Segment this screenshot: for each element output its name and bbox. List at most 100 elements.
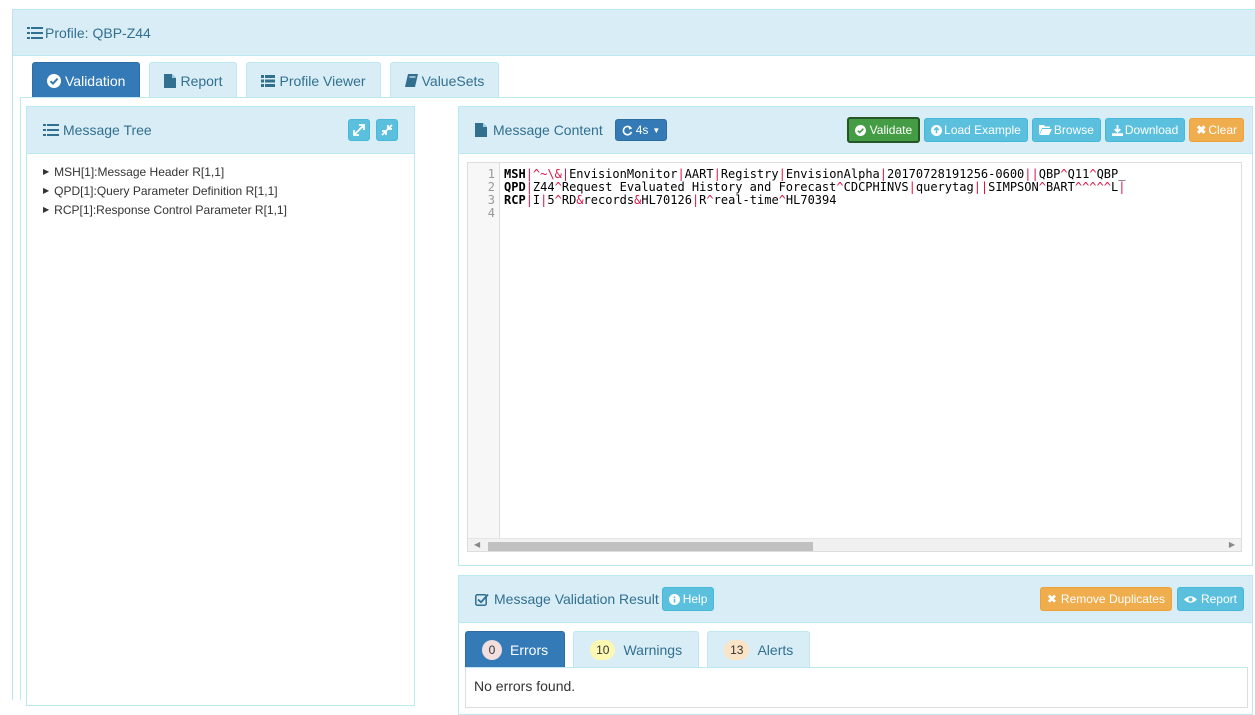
tab-validation[interactable]: Validation bbox=[32, 62, 141, 98]
tab-warnings[interactable]: 10 Warnings bbox=[573, 631, 700, 667]
segment-name: QPD bbox=[504, 180, 526, 194]
delimiter: | bbox=[525, 167, 533, 181]
errors-count-badge: 0 bbox=[482, 639, 502, 660]
list-icon bbox=[43, 123, 59, 137]
file-icon bbox=[475, 123, 487, 137]
collapse-all-button[interactable] bbox=[376, 119, 398, 141]
check-circle-icon bbox=[47, 73, 61, 88]
close-icon: ✖ bbox=[1046, 592, 1057, 606]
field-value: EnvisionAlpha bbox=[785, 167, 880, 181]
delimiter: | bbox=[908, 180, 916, 194]
checkbox-icon bbox=[475, 593, 489, 606]
message-content-panel: Message Content 4s ▼ Validate Load Examp… bbox=[458, 106, 1253, 566]
warnings-count-badge: 10 bbox=[590, 639, 616, 660]
delimiter: || bbox=[973, 180, 989, 194]
refresh-interval: 4s bbox=[635, 123, 649, 137]
message-tree-title: Message Tree bbox=[63, 122, 152, 138]
result-tabs: 0 Errors 10 Warnings 13 Alerts bbox=[465, 631, 1248, 668]
editor-wrapper: 1 2 3 4 MSH|^~\&|EnvisionMonitor|AART|Re… bbox=[459, 154, 1252, 565]
list-icon bbox=[27, 26, 43, 40]
download-button[interactable]: Download bbox=[1104, 118, 1186, 142]
tree-node-msh[interactable]: ▶ MSH[1]:Message Header R[1,1] bbox=[43, 162, 414, 181]
scroll-left-icon[interactable]: ◀ bbox=[474, 540, 480, 549]
validation-tab-content: Message Tree ▶ MSH[1]:Message Header R[1… bbox=[20, 97, 1255, 715]
field-value: QBP bbox=[1038, 167, 1061, 181]
caret-right-icon: ▶ bbox=[43, 186, 50, 195]
field-value: 5 bbox=[547, 193, 555, 207]
field-value: CDCPHINVS bbox=[843, 180, 909, 194]
check-circle-icon bbox=[854, 124, 866, 136]
tab-label: Warnings bbox=[623, 641, 683, 658]
result-message: No errors found. bbox=[465, 668, 1248, 708]
caret-right-icon: ▶ bbox=[43, 167, 50, 176]
tab-alerts[interactable]: 13 Alerts bbox=[707, 631, 811, 667]
clear-button[interactable]: ✖ Clear bbox=[1189, 118, 1244, 142]
field-value: real-time bbox=[713, 193, 779, 207]
tab-errors[interactable]: 0 Errors bbox=[465, 631, 566, 667]
report-button[interactable]: Report bbox=[1176, 587, 1244, 611]
tree-node-label: MSH[1]:Message Header R[1,1] bbox=[54, 164, 225, 179]
app-container: Profile: QBP-Z44 Validation Report Profi… bbox=[12, 9, 1255, 715]
field-value: SIMPSON bbox=[988, 180, 1039, 194]
field-value: querytag bbox=[915, 180, 974, 194]
field-value: EnvisionMonitor bbox=[569, 167, 678, 181]
delimiter: ^ bbox=[836, 180, 844, 194]
scroll-right-icon[interactable]: ▶ bbox=[1229, 540, 1235, 549]
delimiter: ^ bbox=[778, 193, 786, 207]
message-content-heading: Message Content 4s ▼ Validate Load Examp… bbox=[459, 107, 1252, 154]
close-icon: ✖ bbox=[1196, 123, 1207, 137]
delimiter: | bbox=[778, 167, 786, 181]
main-tabs: Validation Report Profile Viewer ValueSe… bbox=[32, 62, 508, 98]
tab-valuesets[interactable]: ValueSets bbox=[389, 62, 500, 98]
delimiter: | bbox=[1118, 180, 1126, 194]
expand-icon bbox=[353, 124, 365, 136]
expand-all-button[interactable] bbox=[348, 119, 370, 141]
delimiter: ^ bbox=[554, 193, 562, 207]
validation-result-panel: Message Validation Result Help ✖ Remove … bbox=[458, 575, 1253, 715]
tree-node-rcp[interactable]: ▶ RCP[1]:Response Control Parameter R[1,1… bbox=[43, 200, 414, 219]
field-value: Registry bbox=[720, 167, 779, 181]
scrollbar-thumb[interactable] bbox=[488, 542, 813, 551]
field-value: AART bbox=[684, 167, 714, 181]
delimiter: & bbox=[576, 193, 584, 207]
compress-icon bbox=[381, 124, 393, 136]
field-value: Q11 bbox=[1067, 167, 1090, 181]
folder-open-icon bbox=[1038, 125, 1052, 135]
info-circle-icon bbox=[668, 593, 680, 605]
message-tree-heading: Message Tree bbox=[27, 107, 414, 154]
delimiter: || bbox=[1024, 167, 1039, 181]
tab-profile-viewer[interactable]: Profile Viewer bbox=[246, 62, 381, 98]
validate-button[interactable]: Validate bbox=[846, 117, 921, 143]
field-value: records bbox=[583, 193, 635, 207]
tab-report[interactable]: Report bbox=[149, 62, 238, 98]
delimiter: | bbox=[713, 167, 721, 181]
message-content-title: Message Content bbox=[493, 122, 603, 138]
upload-circle-icon bbox=[931, 124, 943, 136]
load-example-button[interactable]: Load Example bbox=[924, 118, 1028, 142]
delimiter: ^^^^^ bbox=[1074, 180, 1111, 194]
delimiter: ^ bbox=[1038, 180, 1046, 194]
horizontal-scrollbar[interactable]: ◀ ▶ bbox=[468, 538, 1241, 551]
eye-icon bbox=[1183, 595, 1197, 604]
field-value: QBP_ bbox=[1096, 167, 1126, 181]
delimiter: | bbox=[677, 167, 685, 181]
download-icon bbox=[1111, 124, 1123, 136]
browse-button[interactable]: Browse bbox=[1031, 118, 1101, 142]
tab-label: Errors bbox=[510, 641, 549, 658]
field-value: Request Evaluated History and Forecast bbox=[561, 180, 837, 194]
auto-validate-dropdown[interactable]: 4s ▼ bbox=[614, 119, 668, 141]
caret-down-icon: ▼ bbox=[652, 125, 661, 135]
delimiter: ^ bbox=[1060, 167, 1068, 181]
field-value: HL70394 bbox=[785, 193, 837, 207]
editor-gutter: 1 2 3 4 bbox=[468, 163, 500, 538]
remove-duplicates-button[interactable]: ✖ Remove Duplicates bbox=[1039, 587, 1172, 611]
validation-result-title: Message Validation Result bbox=[494, 591, 659, 607]
tree-node-qpd[interactable]: ▶ QPD[1]:Query Parameter Definition R[1,1… bbox=[43, 181, 414, 200]
book-icon bbox=[404, 74, 418, 87]
tab-label: Alerts bbox=[757, 641, 794, 658]
message-editor[interactable]: 1 2 3 4 MSH|^~\&|EnvisionMonitor|AART|Re… bbox=[467, 162, 1242, 552]
line-number: 4 bbox=[487, 206, 495, 220]
segment-name: MSH bbox=[504, 167, 526, 181]
help-button[interactable]: Help bbox=[661, 587, 715, 611]
delimiter: ^ bbox=[1089, 167, 1097, 181]
